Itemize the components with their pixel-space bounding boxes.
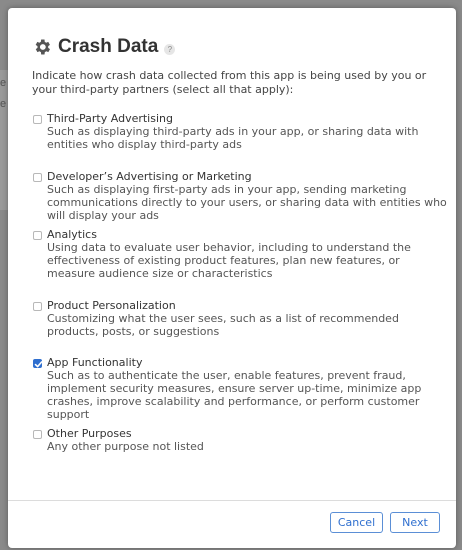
footer-divider: [8, 500, 456, 501]
checkbox[interactable]: [33, 115, 42, 124]
next-button[interactable]: Next: [390, 512, 440, 533]
checkbox[interactable]: [33, 302, 42, 311]
backdrop-fragment: e: [0, 98, 7, 110]
checkbox[interactable]: [33, 430, 42, 439]
backdrop-fragment: e: [0, 77, 7, 89]
checkbox[interactable]: [33, 359, 43, 368]
gear-icon: [35, 39, 50, 55]
option-description: Customizing what the user sees, such as …: [47, 312, 399, 338]
option-description: Using data to evaluate user behavior, in…: [47, 241, 411, 280]
checkmark-icon: [34, 361, 43, 368]
dialog-title: Crash Data: [58, 36, 159, 57]
option-label: Developer’s Advertising or Marketing: [47, 170, 252, 183]
option-label: Analytics: [47, 228, 97, 241]
option-description: Such as displaying first-party ads in yo…: [47, 183, 447, 222]
option-description: Such as to authenticate the user, enable…: [47, 369, 422, 421]
dialog-intro: Indicate how crash data collected from t…: [32, 69, 427, 96]
option-label: Product Personalization: [47, 299, 176, 312]
cancel-button[interactable]: Cancel: [330, 512, 383, 533]
checkbox[interactable]: [33, 231, 42, 240]
crash-data-dialog: Crash Data ? Indicate how crash data col…: [8, 8, 456, 548]
option-description: Any other purpose not listed: [47, 440, 204, 453]
option-label: App Functionality: [47, 356, 143, 369]
help-icon[interactable]: ?: [164, 43, 176, 55]
checkbox[interactable]: [33, 173, 42, 182]
option-description: Such as displaying third-party ads in yo…: [47, 125, 419, 151]
option-label: Third-Party Advertising: [47, 112, 173, 125]
option-label: Other Purposes: [47, 427, 132, 440]
dialog-header: Crash Data ?: [32, 36, 176, 58]
